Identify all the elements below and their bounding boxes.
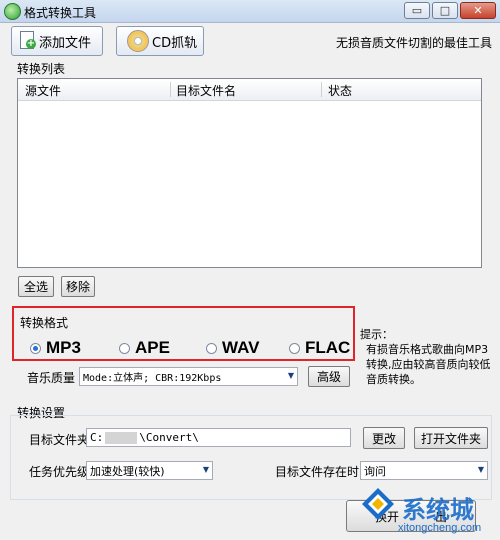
maximize-icon: □ <box>439 4 451 17</box>
chevron-down-icon: ▼ <box>287 371 294 380</box>
slogan-text: 无损音质文件切割的最佳工具 <box>336 36 493 50</box>
cd-rip-label: CD抓轨 <box>152 35 198 51</box>
column-source-file[interactable]: 源文件 <box>25 82 61 99</box>
advanced-button[interactable]: 高级 <box>308 366 350 387</box>
add-file-label: 添加文件 <box>39 35 92 51</box>
tip-box: 提示： 有损音乐格式歌曲向MP3转换,应由较高音质向较低音质转换。 <box>360 327 492 387</box>
add-file-button[interactable]: + 添加文件 <box>11 26 103 56</box>
radio-icon <box>289 342 300 354</box>
quality-value: Mode:立体声; CBR:192Kbps <box>83 373 222 384</box>
open-folder-button[interactable]: 打开文件夹 <box>414 427 488 449</box>
tip-body: 有损音乐格式歌曲向MP3转换,应由较高音质向较低音质转换。 <box>366 343 491 386</box>
quality-label: 音乐质量 <box>27 371 76 385</box>
column-divider[interactable] <box>321 82 322 97</box>
cd-rip-button[interactable]: CD抓轨 <box>116 26 204 56</box>
quality-select[interactable]: Mode:立体声; CBR:192Kbps ▼ <box>79 367 298 386</box>
tip-title: 提示： <box>360 328 393 341</box>
close-button[interactable]: ✕ <box>460 2 496 19</box>
target-folder-suffix: \Convert\ <box>139 431 199 444</box>
list-header: 源文件 目标文件名 状态 <box>18 79 481 101</box>
format-wav-label: WAV <box>222 338 260 357</box>
window-title: 格式转换工具 <box>24 6 97 20</box>
column-divider[interactable] <box>170 82 171 97</box>
select-all-button[interactable]: 全选 <box>18 276 54 297</box>
priority-value: 加速处理(较快) <box>90 464 165 478</box>
radio-icon <box>119 342 130 354</box>
minimize-button[interactable]: ▭ <box>404 2 430 19</box>
add-file-icon: + <box>18 31 36 51</box>
exists-select[interactable]: 询问 ▼ <box>360 461 488 480</box>
exists-label: 目标文件存在时 <box>275 465 360 479</box>
target-folder-label: 目标文件夹 <box>29 433 90 447</box>
watermark-logo-icon <box>362 488 394 520</box>
format-option-mp3[interactable]: MP3 <box>30 338 81 358</box>
format-ape-label: APE <box>135 338 170 357</box>
close-icon: ✕ <box>473 4 483 17</box>
priority-select[interactable]: 加速处理(较快) ▼ <box>86 461 213 480</box>
priority-label: 任务优先级 <box>29 465 90 479</box>
exists-value: 询问 <box>364 464 386 478</box>
column-status[interactable]: 状态 <box>328 82 352 99</box>
watermark-url: xitongcheng.com <box>398 522 482 534</box>
format-mp3-label: MP3 <box>46 338 81 357</box>
format-group: 转换格式 MP3 APE WAV FLAC <box>12 306 355 361</box>
column-target-name[interactable]: 目标文件名 <box>176 82 236 99</box>
change-folder-button[interactable]: 更改 <box>363 427 405 449</box>
format-option-flac[interactable]: FLAC <box>289 338 350 358</box>
radio-icon <box>206 342 217 354</box>
remove-button[interactable]: 移除 <box>61 276 95 297</box>
chevron-down-icon: ▼ <box>202 465 209 474</box>
redacted-path-block <box>105 431 138 444</box>
app-icon <box>4 3 21 20</box>
format-flac-label: FLAC <box>305 338 351 357</box>
cd-icon <box>127 30 149 52</box>
minimize-icon: ▭ <box>411 4 423 17</box>
title-bar: 格式转换工具 ▭ □ ✕ <box>0 0 500 23</box>
format-option-wav[interactable]: WAV <box>206 338 259 358</box>
list-section-label: 转换列表 <box>17 62 66 76</box>
chevron-down-icon: ▼ <box>477 465 484 474</box>
format-option-ape[interactable]: APE <box>119 338 170 358</box>
radio-selected-icon <box>30 342 41 354</box>
watermark-text: 系统城 <box>402 496 474 524</box>
maximize-button[interactable]: □ <box>432 2 458 19</box>
target-folder-prefix: C: <box>90 431 104 444</box>
format-section-label: 转换格式 <box>20 316 69 330</box>
conversion-list[interactable]: 源文件 目标文件名 状态 <box>17 78 482 268</box>
target-folder-input[interactable]: C: \Convert\ <box>86 428 351 447</box>
